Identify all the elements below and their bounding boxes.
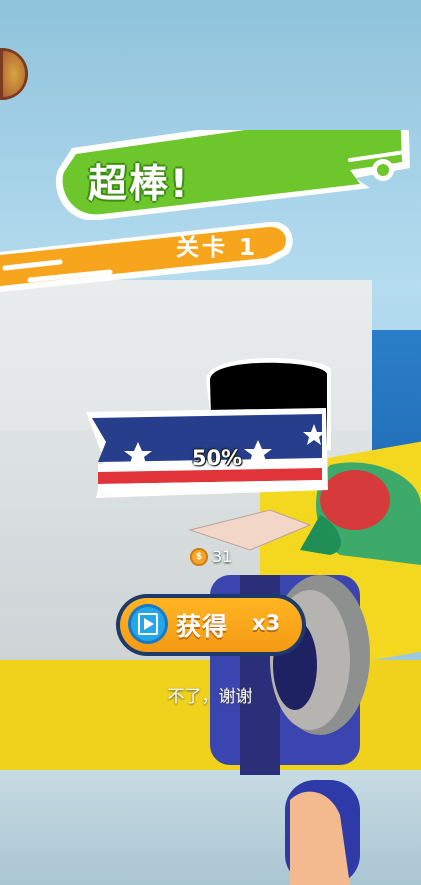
progress-flag bbox=[86, 358, 331, 498]
get-button-label: 获得 bbox=[176, 612, 229, 641]
get-x3-button[interactable]: 获得 x3 bbox=[116, 594, 306, 656]
coin-count: 31 bbox=[212, 547, 233, 566]
video-play-icon bbox=[128, 604, 168, 644]
progress-percent: 50% bbox=[191, 446, 243, 470]
get-x3-button-face: 获得 x3 bbox=[120, 598, 302, 652]
level-text: 关卡 1 bbox=[176, 235, 259, 261]
coin-icon: $ bbox=[190, 548, 208, 566]
no-thanks-link[interactable]: 不了，谢谢 bbox=[150, 682, 270, 707]
get-button-multiplier: x3 bbox=[252, 611, 281, 635]
title-text: 超棒! bbox=[88, 162, 190, 207]
